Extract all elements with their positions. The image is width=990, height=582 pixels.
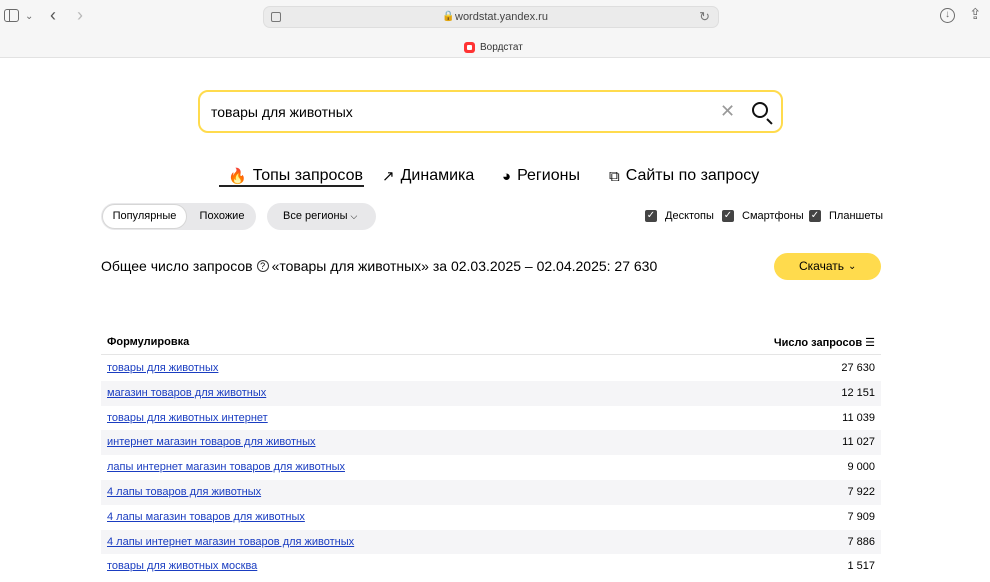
share-button[interactable]: ⇪ [969, 7, 982, 23]
phrase-link[interactable]: товары для животных [107, 362, 218, 374]
back-button[interactable]: ‹ [50, 6, 56, 24]
browser-toolbar: ⌄ ‹ › 🔒 wordstat.yandex.ru ↻ ↓ ⇪ Вордста… [0, 0, 990, 58]
tab-title: Вордстат [480, 41, 523, 53]
tab-dynamics[interactable]: ↗ Динамика [382, 164, 474, 188]
results-table: товары для животных 27 630 магазин товар… [101, 356, 881, 579]
forward-button[interactable]: › [77, 6, 83, 24]
query-count: 12 151 [841, 386, 875, 399]
tab-label: Динамика [400, 167, 475, 184]
clear-icon[interactable]: ✕ [720, 101, 735, 121]
table-row: магазин товаров для животных 12 151 [101, 380, 881, 406]
globe-icon: ◕ [502, 167, 512, 185]
total-prefix: Общее число запросов [101, 258, 253, 274]
query-count: 11 027 [842, 436, 875, 449]
checkbox-icon[interactable]: ✓ [645, 210, 657, 222]
table-row: интернет магазин товаров для животных 11… [101, 430, 881, 456]
external-link-icon: ⧉ [609, 167, 620, 185]
table-row: 4 лапы интернет магазин товаров для живо… [101, 529, 881, 555]
mode-switch: Популярные Похожие [101, 203, 256, 230]
checkbox-icon[interactable]: ✓ [809, 210, 821, 222]
report-tabs: 🔥 Топы запросов ↗ Динамика ◕ Регионы ⧉ С… [0, 164, 990, 190]
tab-regions[interactable]: ◕ Регионы [502, 164, 580, 188]
tab-label: Топы запросов [252, 167, 363, 184]
wordstat-favicon-icon [464, 41, 475, 53]
column-count-label: Число запросов [773, 337, 863, 349]
phrase-link[interactable]: лапы интернет магазин товаров для животн… [107, 461, 345, 473]
search-input[interactable]: товары для животных [211, 104, 353, 120]
sidebar-toggle-icon[interactable] [4, 9, 19, 22]
table-row: товары для животных интернет 11 039 [101, 406, 881, 431]
query-count: 7 922 [847, 485, 875, 498]
sort-icon[interactable]: ☰ [865, 337, 875, 349]
query-count: 27 630 [841, 362, 875, 374]
phrase-link[interactable]: магазин товаров для животных [107, 387, 266, 399]
reader-view-icon[interactable] [271, 12, 281, 22]
region-select[interactable]: Все регионы ⌵ [267, 203, 376, 230]
checkbox-label: Смартфоны [742, 210, 804, 222]
checkbox-label: Десктопы [665, 210, 714, 222]
column-count-header[interactable]: Число запросов ☰ [774, 336, 875, 349]
total-count-line: Общее число запросов ? «товары для живот… [101, 258, 657, 274]
table-row: лапы интернет магазин товаров для животн… [101, 455, 881, 480]
phrase-link[interactable]: товары для животных интернет [107, 412, 268, 424]
smartphone-checkbox[interactable]: ✓ Смартфоны [722, 209, 804, 223]
phrase-link[interactable]: 4 лапы магазин товаров для животных [107, 511, 305, 523]
tab-label: Сайты по запросу [625, 167, 760, 184]
tablet-checkbox[interactable]: ✓ Планшеты [809, 209, 883, 223]
tab-overview-chevron-icon[interactable]: ⌄ [25, 9, 33, 25]
active-tab-underline [219, 185, 364, 187]
table-row: 4 лапы товаров для животных 7 922 [101, 479, 881, 505]
checkbox-icon[interactable]: ✓ [722, 210, 734, 222]
query-count: 1 517 [847, 560, 875, 573]
phrase-link[interactable]: 4 лапы товаров для животных [107, 486, 261, 498]
query-count: 11 039 [842, 411, 875, 424]
query-count: 9 000 [847, 461, 875, 474]
chevron-down-icon: ⌵ [350, 211, 358, 221]
tab-label: Регионы [517, 167, 580, 184]
help-icon[interactable]: ? [256, 260, 269, 272]
table-header: Формулировка Число запросов ☰ [101, 330, 881, 355]
region-label: Все регионы [283, 210, 348, 222]
browser-tab[interactable]: Вордстат [464, 39, 523, 55]
phrase-link[interactable]: товары для животных москва [107, 560, 257, 572]
tab-sites[interactable]: ⧉ Сайты по запросу [609, 164, 759, 188]
url-text[interactable]: wordstat.yandex.ru [455, 11, 548, 23]
chevron-down-icon: ⌄ [848, 261, 857, 272]
table-row: 4 лапы магазин товаров для животных 7 90… [101, 505, 881, 530]
table-row: товары для животных москва 1 517 [101, 554, 881, 579]
desktop-checkbox[interactable]: ✓ Десктопы [645, 209, 714, 223]
similar-button[interactable]: Похожие [189, 203, 255, 230]
query-count: 7 886 [847, 535, 875, 548]
table-row: товары для животных 27 630 [101, 356, 881, 381]
column-phrase-header: Формулировка [107, 336, 190, 348]
total-suffix: «товары для животных» за 02.03.2025 – 02… [271, 258, 658, 274]
download-button[interactable]: Скачать ⌄ [774, 253, 881, 280]
phrase-link[interactable]: интернет магазин товаров для животных [107, 436, 316, 448]
trend-icon: ↗ [382, 168, 395, 185]
download-label: Скачать [799, 259, 844, 273]
lock-icon: 🔒 [442, 11, 455, 22]
phrase-link[interactable]: 4 лапы интернет магазин товаров для живо… [107, 536, 354, 548]
checkbox-label: Планшеты [829, 210, 884, 222]
search-box[interactable]: товары для животных ✕ [198, 90, 783, 133]
search-icon[interactable] [752, 102, 768, 118]
popular-button[interactable]: Популярные [102, 204, 187, 229]
address-bar[interactable]: 🔒 wordstat.yandex.ru ↻ [263, 6, 719, 28]
query-count: 7 909 [847, 510, 875, 523]
downloads-button[interactable]: ↓ [940, 8, 955, 23]
fire-icon: 🔥 [228, 168, 247, 185]
reload-icon[interactable]: ↻ [699, 9, 710, 25]
